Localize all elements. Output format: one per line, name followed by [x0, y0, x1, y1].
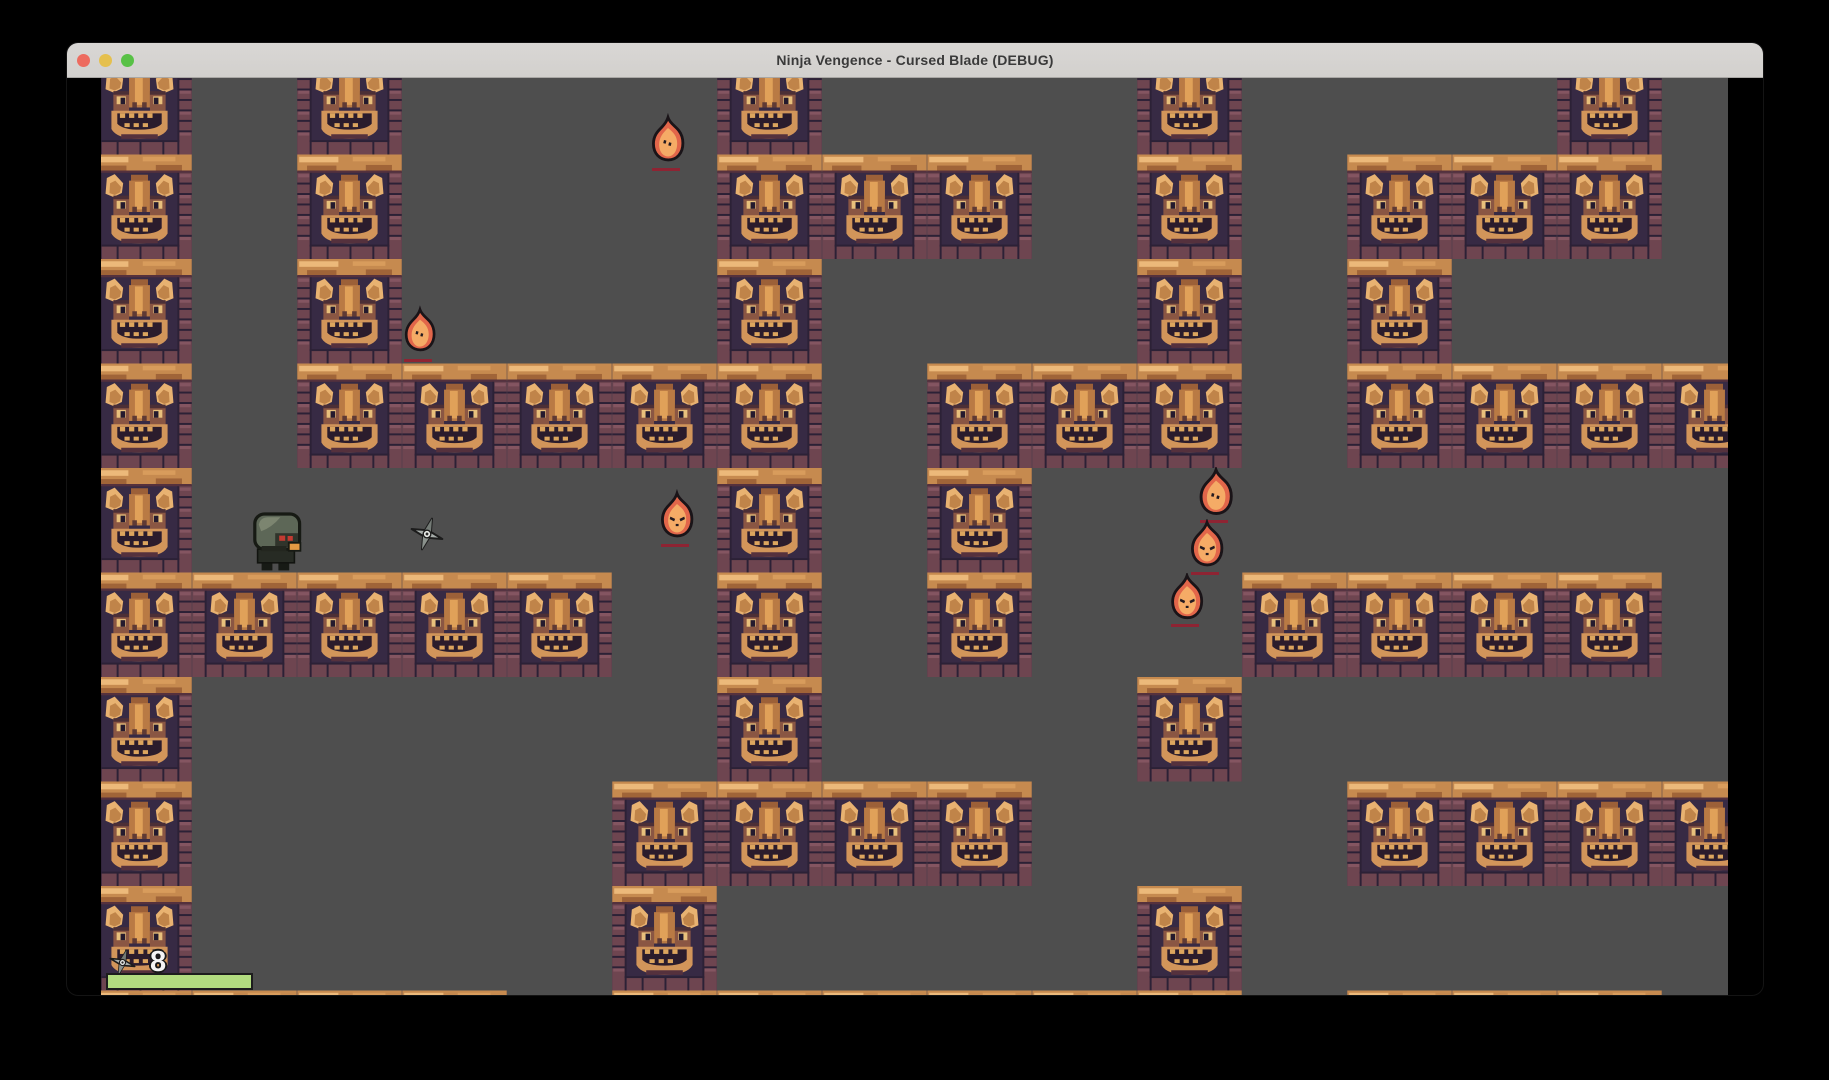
demon-face-tile [927, 468, 1032, 573]
enemy-hp-bar [1191, 572, 1219, 575]
demon-face-tile [402, 364, 507, 469]
demon-face-tile [717, 78, 822, 155]
demon-face-tile [1032, 364, 1137, 469]
demon-face-tile [717, 677, 822, 782]
flame-enemy [1201, 470, 1231, 514]
enemy-hp-bar [1171, 624, 1199, 627]
window-title: Ninja Vengence - Cursed Blade (DEBUG) [67, 43, 1763, 77]
demon-face-tile [101, 782, 192, 887]
demon-face-tile [1347, 259, 1452, 364]
demon-face-tile [297, 155, 402, 260]
demon-face-tile [1557, 364, 1662, 469]
flame-enemy [406, 310, 434, 350]
demon-face-tile [101, 364, 192, 469]
demon-face-tile [1347, 364, 1452, 469]
demon-face-tile [1452, 155, 1557, 260]
demon-face-tile [1452, 573, 1557, 678]
demon-face-tile [297, 573, 402, 678]
demon-face-tile [822, 155, 927, 260]
demon-face-tile [717, 573, 822, 678]
demon-face-tile [1557, 782, 1662, 887]
enemy-hp-bar [652, 168, 680, 171]
enemy-hp-bar [661, 544, 689, 547]
demon-face-tile [612, 991, 717, 996]
demon-face-tile [297, 78, 402, 155]
demon-face-tile [101, 573, 192, 678]
demon-face-tile [612, 886, 717, 991]
flame-enemy [653, 118, 682, 160]
demon-face-tile [101, 991, 192, 996]
shuriken-projectile [407, 514, 448, 555]
demon-face-tile [1452, 782, 1557, 887]
demon-face-tile [192, 991, 297, 996]
demon-face-tile [1557, 573, 1662, 678]
demon-face-tile [1137, 78, 1242, 155]
demon-face-tile [1137, 259, 1242, 364]
demon-face-tile [507, 573, 612, 678]
demon-face-tile [927, 364, 1032, 469]
demon-face-tile [1347, 782, 1452, 887]
flame-enemy [662, 494, 691, 536]
demon-face-tile [717, 991, 822, 996]
demon-face-tile [1557, 78, 1662, 155]
demon-face-tile [822, 782, 927, 887]
demon-face-tile [612, 782, 717, 887]
demon-face-tile [717, 364, 822, 469]
demon-face-tile [297, 991, 402, 996]
game-window: Ninja Vengence - Cursed Blade (DEBUG) [67, 43, 1763, 995]
demon-face-tile [297, 364, 402, 469]
desktop-background: Ninja Vengence - Cursed Blade (DEBUG) [0, 0, 1829, 1080]
demon-face-tile [101, 78, 192, 155]
demon-face-tile [927, 573, 1032, 678]
ninja-player [255, 514, 301, 570]
demon-face-tile [717, 782, 822, 887]
game-canvas [101, 78, 1728, 995]
demon-face-tile [1347, 991, 1452, 996]
flame-enemy [1192, 523, 1221, 565]
demon-face-tile [1347, 155, 1452, 260]
demon-face-tile [1662, 782, 1728, 887]
demon-face-tile [717, 155, 822, 260]
demon-face-tile [1557, 155, 1662, 260]
demon-face-tile [927, 991, 1032, 996]
demon-face-tile [1032, 991, 1137, 996]
demon-face-tile [192, 573, 297, 678]
demon-face-tile [101, 259, 192, 364]
demon-face-tile [1662, 364, 1728, 469]
demon-face-tile [717, 259, 822, 364]
enemy-hp-bar [404, 359, 432, 362]
demon-face-tile [1137, 677, 1242, 782]
demon-face-tile [101, 155, 192, 260]
demon-face-tile [1347, 573, 1452, 678]
demon-face-tile [927, 155, 1032, 260]
demon-face-tile [822, 991, 927, 996]
enemy-hp-bar [1200, 520, 1228, 523]
window-titlebar[interactable]: Ninja Vengence - Cursed Blade (DEBUG) [67, 43, 1763, 78]
demon-face-tile [101, 468, 192, 573]
demon-face-tile [1242, 573, 1347, 678]
demon-face-tile [1137, 886, 1242, 991]
demon-face-tile [402, 991, 507, 996]
demon-face-tile [402, 573, 507, 678]
demon-face-tile [297, 259, 402, 364]
flame-enemy [1173, 576, 1202, 618]
demon-face-tile [1452, 364, 1557, 469]
demon-face-tile [717, 468, 822, 573]
demon-face-tile [101, 886, 192, 991]
demon-face-tile [1137, 364, 1242, 469]
demon-face-tile [507, 364, 612, 469]
demon-face-tile [101, 677, 192, 782]
demon-face-tile [1557, 991, 1662, 996]
demon-face-tile [1452, 991, 1557, 996]
demon-face-tile [1137, 991, 1242, 996]
demon-face-tile [927, 782, 1032, 887]
demon-face-tile [612, 364, 717, 469]
demon-face-tile [1137, 155, 1242, 260]
game-viewport[interactable]: 8 [101, 78, 1728, 995]
